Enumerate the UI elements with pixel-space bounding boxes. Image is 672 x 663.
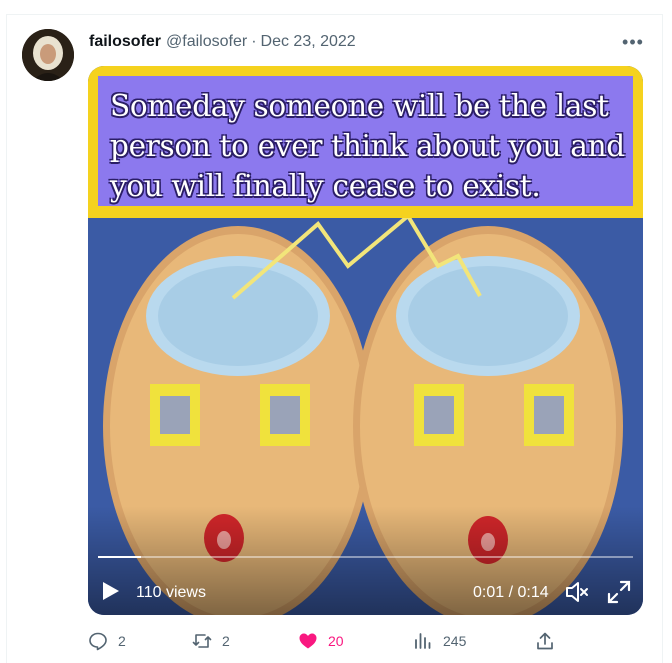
retweet-count: 2 [222, 633, 230, 649]
fullscreen-icon[interactable] [606, 579, 632, 605]
video-player[interactable]: Someday someone will be the last person … [88, 66, 643, 615]
author-name[interactable]: failosofer [89, 33, 161, 51]
share-icon [537, 632, 553, 650]
author-handle[interactable]: @failosofer [166, 33, 247, 51]
video-time: 0:01 / 0:14 [473, 584, 549, 601]
progress-bar[interactable] [98, 556, 633, 558]
video-views: 110 views [136, 584, 206, 601]
mute-icon[interactable] [564, 579, 590, 605]
like-button[interactable]: 20 [298, 627, 344, 655]
views-count: 245 [443, 633, 467, 649]
reply-button[interactable]: 2 [88, 627, 126, 655]
tweet-date[interactable]: Dec 23, 2022 [261, 33, 356, 51]
caption-text: Someday someone will be the last person … [110, 89, 625, 203]
tweet-actions: 2 2 20 245 [88, 627, 558, 655]
analytics-icon [415, 633, 431, 649]
more-horizontal-icon[interactable]: ••• [622, 32, 644, 52]
video-controls: 110 views 0:01 / 0:14 [88, 571, 643, 615]
avatar[interactable] [22, 29, 74, 81]
retweet-button[interactable]: 2 [192, 627, 230, 655]
play-icon[interactable] [102, 581, 120, 601]
views-button[interactable]: 245 [413, 627, 466, 655]
reply-icon [89, 632, 107, 651]
like-count: 20 [328, 633, 344, 649]
retweet-icon [192, 634, 212, 648]
heart-icon [299, 633, 317, 649]
progress-fill [98, 556, 141, 558]
reply-count: 2 [118, 633, 126, 649]
share-button[interactable] [535, 627, 555, 655]
separator: · [251, 33, 257, 50]
caption-banner: Someday someone will be the last person … [88, 66, 643, 218]
